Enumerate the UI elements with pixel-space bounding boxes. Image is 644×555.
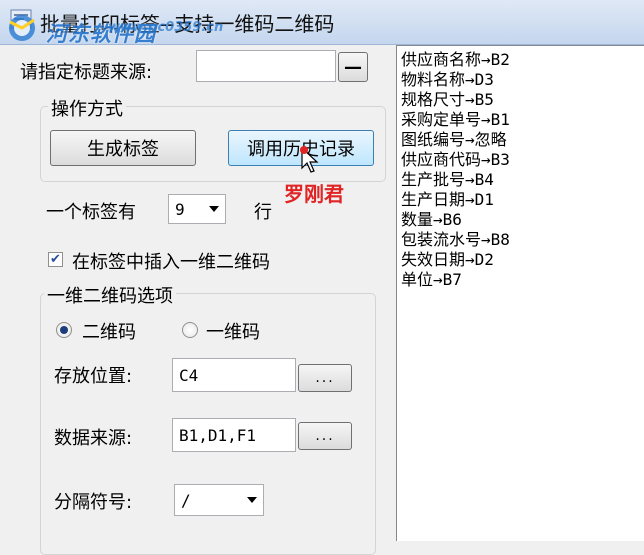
data-source-input[interactable]: B1,D1,F1 [172, 418, 296, 452]
rows-select-value: 9 [175, 199, 185, 219]
rows-suffix-label: 行 [254, 202, 272, 223]
generate-labels-button[interactable]: 生成标签 [50, 130, 196, 166]
position-label: 存放位置: [54, 366, 133, 387]
list-item[interactable]: 包装流水号→B8 [401, 230, 510, 250]
chevron-down-icon [247, 497, 257, 503]
author-signature: 罗刚君 [284, 182, 344, 206]
insert-barcode-label: 在标签中插入一维二维码 [72, 252, 270, 273]
position-browse-button[interactable]: ... [298, 364, 352, 392]
radio-2d[interactable] [56, 322, 72, 338]
separator-select-value: / [181, 490, 191, 510]
data-source-browse-button[interactable]: ... [298, 422, 352, 450]
minus-icon: — [344, 56, 362, 78]
list-item[interactable]: 规格尺寸→B5 [401, 90, 494, 110]
position-input[interactable]: C4 [172, 358, 296, 392]
radio-2d-label: 二维码 [82, 322, 136, 343]
list-item[interactable]: 供应商代码→B3 [401, 150, 510, 170]
list-item[interactable]: 图纸编号→忽略 [401, 130, 507, 150]
insert-barcode-checkbox[interactable]: ✔ [48, 252, 63, 267]
separator-select[interactable]: / [174, 484, 264, 516]
title-source-input[interactable] [196, 50, 336, 82]
data-source-label: 数据来源: [54, 428, 133, 449]
title-source-label: 请指定标题来源: [20, 62, 153, 83]
barcode-options-legend: 一维二维码选项 [44, 282, 176, 308]
mapping-listbox[interactable]: 供应商名称→B2 物料名称→D3 规格尺寸→B5 采购定单号→B1 图纸编号→忽略 供应商… [396, 45, 644, 541]
list-item[interactable]: 数量→B6 [401, 210, 462, 230]
list-item[interactable]: 生产批号→B4 [401, 170, 494, 190]
watermark-url: www.pc0359.cn [108, 20, 224, 35]
radio-1d-label: 一维码 [206, 322, 260, 343]
operation-legend: 操作方式 [48, 95, 126, 121]
list-item[interactable]: 生产日期→D1 [401, 190, 494, 210]
list-item[interactable]: 供应商名称→B2 [401, 50, 510, 70]
chevron-down-icon [209, 206, 219, 212]
radio-selected-dot [60, 326, 68, 334]
separator-label: 分隔符号: [54, 492, 133, 513]
check-icon: ✔ [50, 252, 61, 267]
mouse-cursor-icon [300, 146, 319, 173]
title-bar: 批量打印标签--支持一维码二维码 河东软件园 www.pc0359.cn [0, 0, 644, 46]
radio-1d[interactable] [182, 322, 198, 338]
rows-select[interactable]: 9 [168, 194, 226, 224]
collapse-button[interactable]: — [338, 52, 368, 82]
rows-prefix-label: 一个标签有 [46, 202, 136, 223]
list-item[interactable]: 物料名称→D3 [401, 70, 494, 90]
list-item[interactable]: 单位→B7 [401, 270, 462, 290]
list-item[interactable]: 失效日期→D2 [401, 250, 494, 270]
list-item[interactable]: 采购定单号→B1 [401, 110, 510, 130]
watermark-logo-icon [9, 15, 35, 41]
